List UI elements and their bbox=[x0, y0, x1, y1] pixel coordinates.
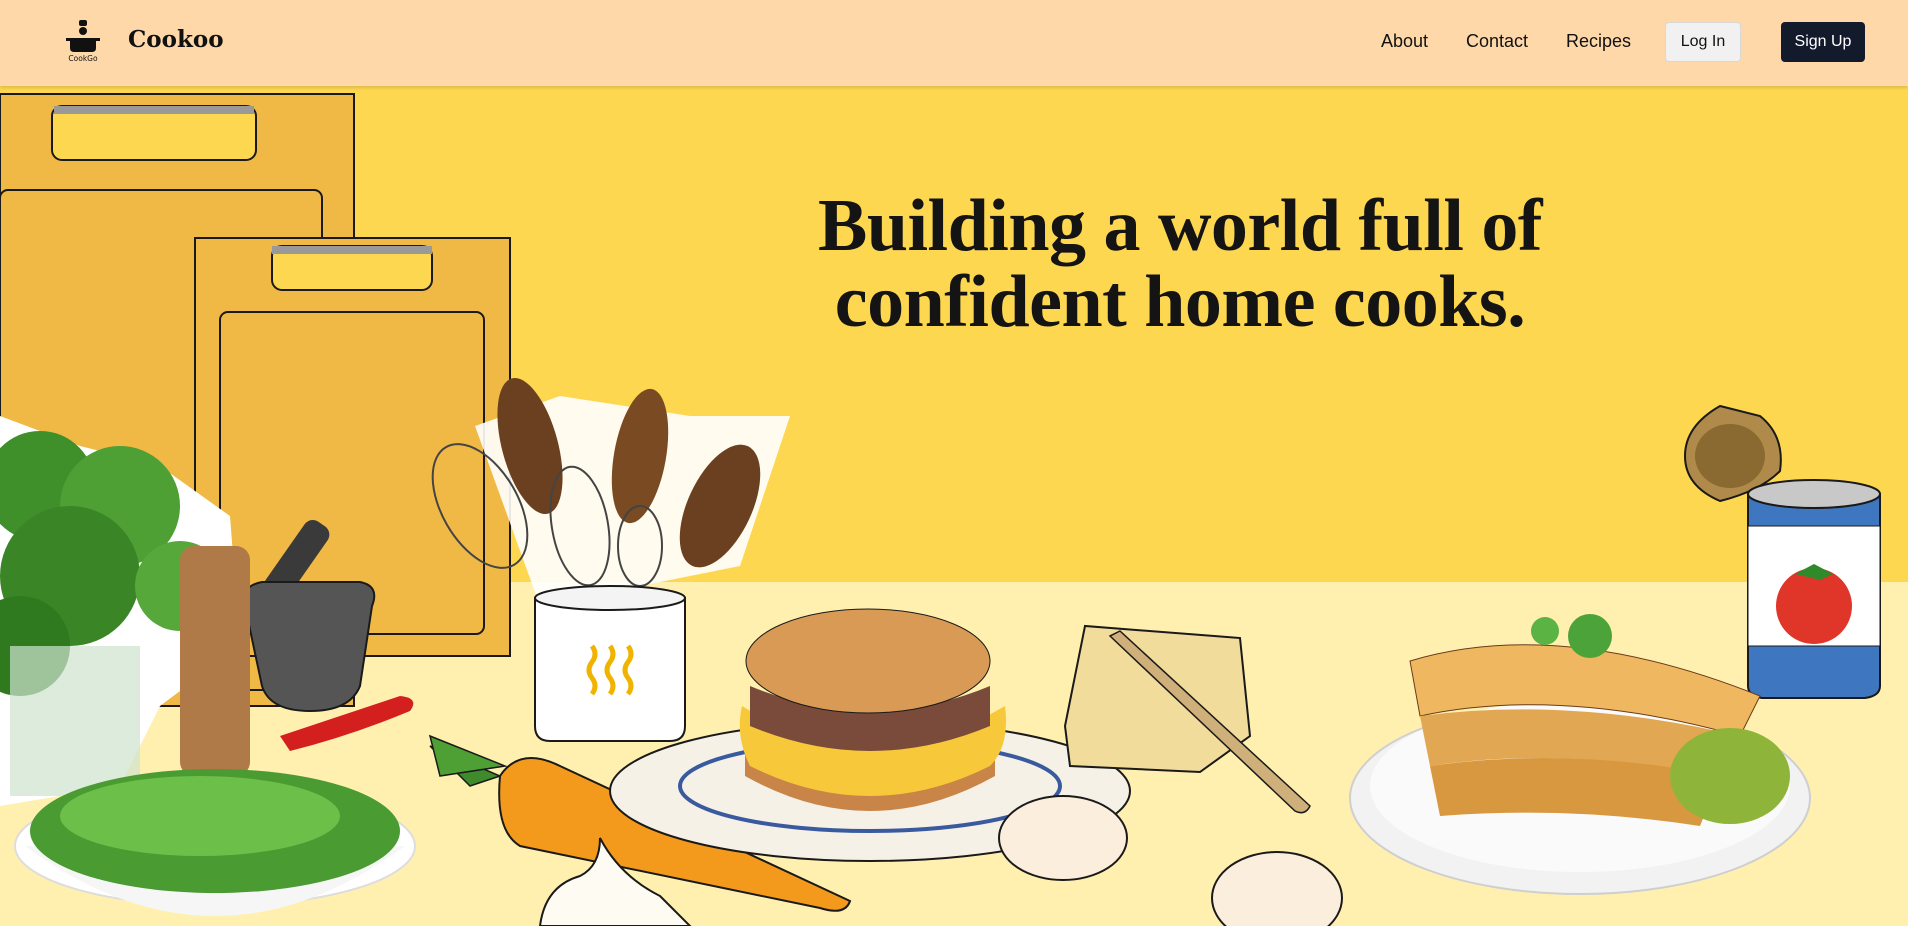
login-button[interactable]: Log In bbox=[1665, 22, 1741, 62]
hero-headline: Building a world full of confident home … bbox=[690, 188, 1670, 340]
nav-contact[interactable]: Contact bbox=[1466, 31, 1528, 52]
signup-button[interactable]: Sign Up bbox=[1781, 22, 1865, 62]
chef-cooking-icon: CookGo bbox=[66, 20, 100, 63]
egg-icon bbox=[998, 795, 1128, 881]
nav-recipes[interactable]: Recipes bbox=[1566, 31, 1631, 52]
top-navbar: CookGo Cookoo About Contact Recipes Log … bbox=[0, 0, 1908, 86]
nav-about[interactable]: About bbox=[1381, 31, 1428, 52]
logo-text: CookGo bbox=[68, 54, 98, 63]
logo[interactable]: CookGo bbox=[62, 18, 104, 64]
headline-line-1: Building a world full of bbox=[817, 185, 1543, 267]
brand-name[interactable]: Cookoo bbox=[128, 26, 224, 53]
hero-banner: Building a world full of confident home … bbox=[0, 86, 1908, 926]
headline-line-2: confident home cooks. bbox=[834, 261, 1526, 343]
